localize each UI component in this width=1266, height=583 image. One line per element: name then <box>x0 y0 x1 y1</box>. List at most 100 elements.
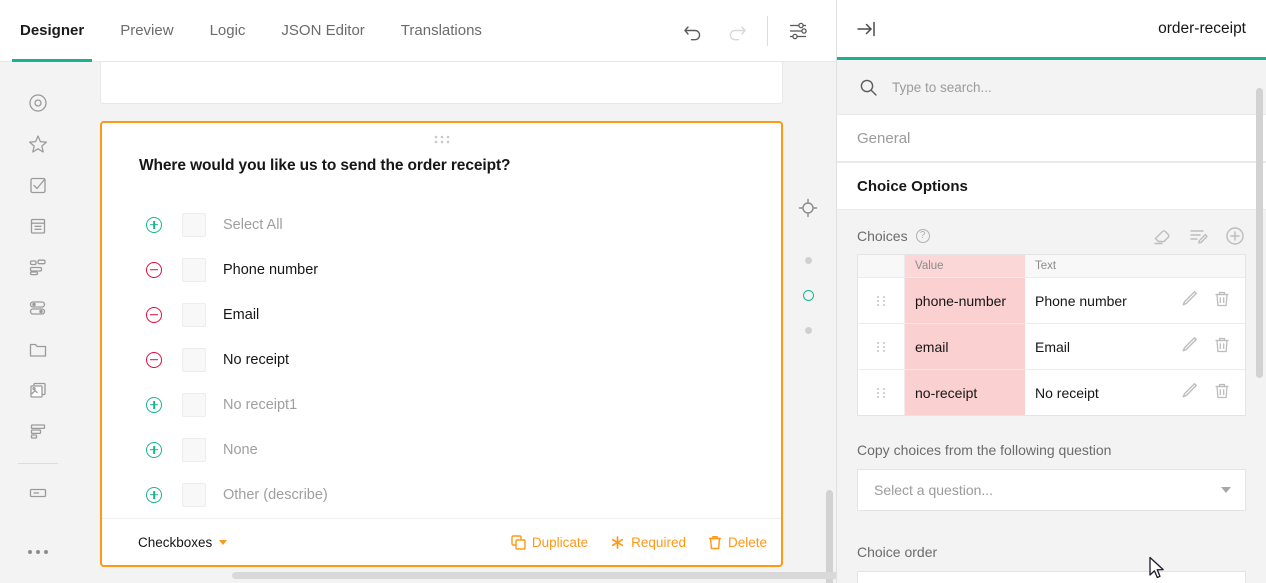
column-value-header: Value <box>905 255 1025 277</box>
choice-text-cell[interactable]: Email <box>1025 324 1174 369</box>
choice-adorner <box>146 352 182 368</box>
canvas-horizontal-scrollbar[interactable] <box>232 572 836 579</box>
choice-text-cell[interactable]: Phone number <box>1025 278 1174 323</box>
page-dot[interactable] <box>805 257 812 264</box>
question-type-select[interactable]: Checkboxes <box>138 535 227 550</box>
sidebar-item-matrix[interactable] <box>20 246 56 287</box>
sidebar-item-more[interactable] <box>20 531 56 572</box>
page-dot-active[interactable] <box>803 290 814 301</box>
tab-preview[interactable]: Preview <box>120 0 173 62</box>
checkbox-input[interactable] <box>182 303 206 327</box>
copy-choices-select[interactable]: Select a question... <box>857 469 1246 511</box>
choice-value-cell[interactable]: no-receipt <box>905 370 1025 415</box>
undo-button[interactable] <box>671 9 715 53</box>
choice-text-cell[interactable]: No receipt <box>1025 370 1174 415</box>
sidebar-item-input[interactable] <box>20 472 56 513</box>
delete-choice-button[interactable] <box>1213 381 1231 405</box>
remove-choice-icon[interactable] <box>146 262 162 278</box>
edit-choice-button[interactable] <box>1180 335 1199 359</box>
choice-row-none[interactable]: None <box>146 427 761 472</box>
panel-search-row <box>837 60 1266 114</box>
choice-row-email[interactable]: Email <box>146 292 761 337</box>
required-button[interactable]: Required <box>610 535 686 550</box>
tab-translations-label: Translations <box>401 22 482 39</box>
input-field-icon <box>27 482 49 504</box>
tab-logic[interactable]: Logic <box>210 0 246 62</box>
choice-row-no-receipt1[interactable]: No receipt1 <box>146 382 761 427</box>
page-dot[interactable] <box>805 327 812 334</box>
remove-choice-icon[interactable] <box>146 352 162 368</box>
sidebar-item-toggles[interactable] <box>20 287 56 328</box>
more-dots-icon <box>25 547 51 557</box>
row-drag-handle[interactable] <box>858 278 905 323</box>
sidebar-item-favorites[interactable] <box>20 123 56 164</box>
add-choice-button[interactable] <box>1224 225 1246 247</box>
accordion-general[interactable]: General <box>837 114 1266 162</box>
canvas-vertical-scrollbar[interactable] <box>826 490 833 583</box>
duplicate-button[interactable]: Duplicate <box>511 535 588 550</box>
target-circle-icon <box>27 92 49 114</box>
bulk-edit-icon <box>1188 226 1208 246</box>
choice-row-no-receipt[interactable]: No receipt <box>146 337 761 382</box>
sidebar-item-folder[interactable] <box>20 328 56 369</box>
accordion-choice-options[interactable]: Choice Options <box>837 162 1266 210</box>
delete-choice-button[interactable] <box>1213 289 1231 313</box>
question-card-order-receipt[interactable]: Where would you like us to send the orde… <box>100 121 783 567</box>
checkbox-input[interactable] <box>182 438 206 462</box>
sidebar-item-images[interactable] <box>20 369 56 410</box>
drag-dots-icon <box>875 340 887 354</box>
accordion-choice-options-label: Choice Options <box>857 178 968 195</box>
copy-choices-value: Select a question... <box>874 482 993 498</box>
tab-json-editor[interactable]: JSON Editor <box>281 0 364 62</box>
checkbox-input[interactable] <box>182 258 206 282</box>
remove-choice-icon[interactable] <box>146 307 162 323</box>
collapse-panel-button[interactable] <box>855 18 879 40</box>
question-mark-icon[interactable]: ? <box>916 229 930 243</box>
checkbox-input[interactable] <box>182 213 206 237</box>
sidebar-item-panel[interactable] <box>20 205 56 246</box>
choice-value-cell[interactable]: email <box>905 324 1025 369</box>
sidebar-item-checkbox[interactable] <box>20 164 56 205</box>
pencil-icon <box>1180 381 1199 400</box>
drag-dots-icon[interactable] <box>432 133 452 147</box>
crosshair-target-icon[interactable] <box>797 197 819 224</box>
choice-order-select[interactable] <box>857 571 1246 583</box>
search-input[interactable] <box>892 80 1192 95</box>
edit-choice-button[interactable] <box>1180 289 1199 313</box>
tab-translations[interactable]: Translations <box>401 0 482 62</box>
tab-designer[interactable]: Designer <box>20 0 84 62</box>
table-row[interactable]: no-receipt No receipt <box>858 369 1245 415</box>
delete-choice-button[interactable] <box>1213 335 1231 359</box>
top-tab-bar: Designer Preview Logic JSON Editor Trans… <box>0 0 836 62</box>
row-drag-handle[interactable] <box>858 324 905 369</box>
bulk-edit-button[interactable] <box>1188 226 1208 246</box>
sidebar-item-ranking[interactable] <box>20 410 56 451</box>
tab-designer-label: Designer <box>20 22 84 39</box>
checkbox-input[interactable] <box>182 393 206 417</box>
chevron-down-icon <box>219 540 227 545</box>
redo-button[interactable] <box>715 9 759 53</box>
table-row[interactable]: email Email <box>858 323 1245 369</box>
survey-settings-button[interactable] <box>776 9 820 53</box>
sidebar-item-general[interactable] <box>20 82 56 123</box>
add-choice-icon[interactable] <box>146 397 162 413</box>
choice-row-other[interactable]: Other (describe) <box>146 472 761 517</box>
add-choice-icon[interactable] <box>146 487 162 503</box>
trash-icon <box>708 535 722 550</box>
row-drag-handle[interactable] <box>858 370 905 415</box>
choice-row-phone-number[interactable]: Phone number <box>146 247 761 292</box>
checkbox-input[interactable] <box>182 483 206 507</box>
question-title: Where would you like us to send the orde… <box>139 157 510 175</box>
choice-row-select-all[interactable]: Select All <box>146 202 761 247</box>
choice-value-cell[interactable]: phone-number <box>905 278 1025 323</box>
delete-button[interactable]: Delete <box>708 535 767 550</box>
clear-choices-button[interactable] <box>1152 226 1172 246</box>
add-choice-icon[interactable] <box>146 442 162 458</box>
add-choice-icon[interactable] <box>146 217 162 233</box>
checkbox-input[interactable] <box>182 348 206 372</box>
previous-question-card[interactable] <box>100 62 783 104</box>
panel-vertical-scrollbar[interactable] <box>1256 88 1263 378</box>
choice-adorner <box>146 217 182 233</box>
table-row[interactable]: phone-number Phone number <box>858 277 1245 323</box>
edit-choice-button[interactable] <box>1180 381 1199 405</box>
